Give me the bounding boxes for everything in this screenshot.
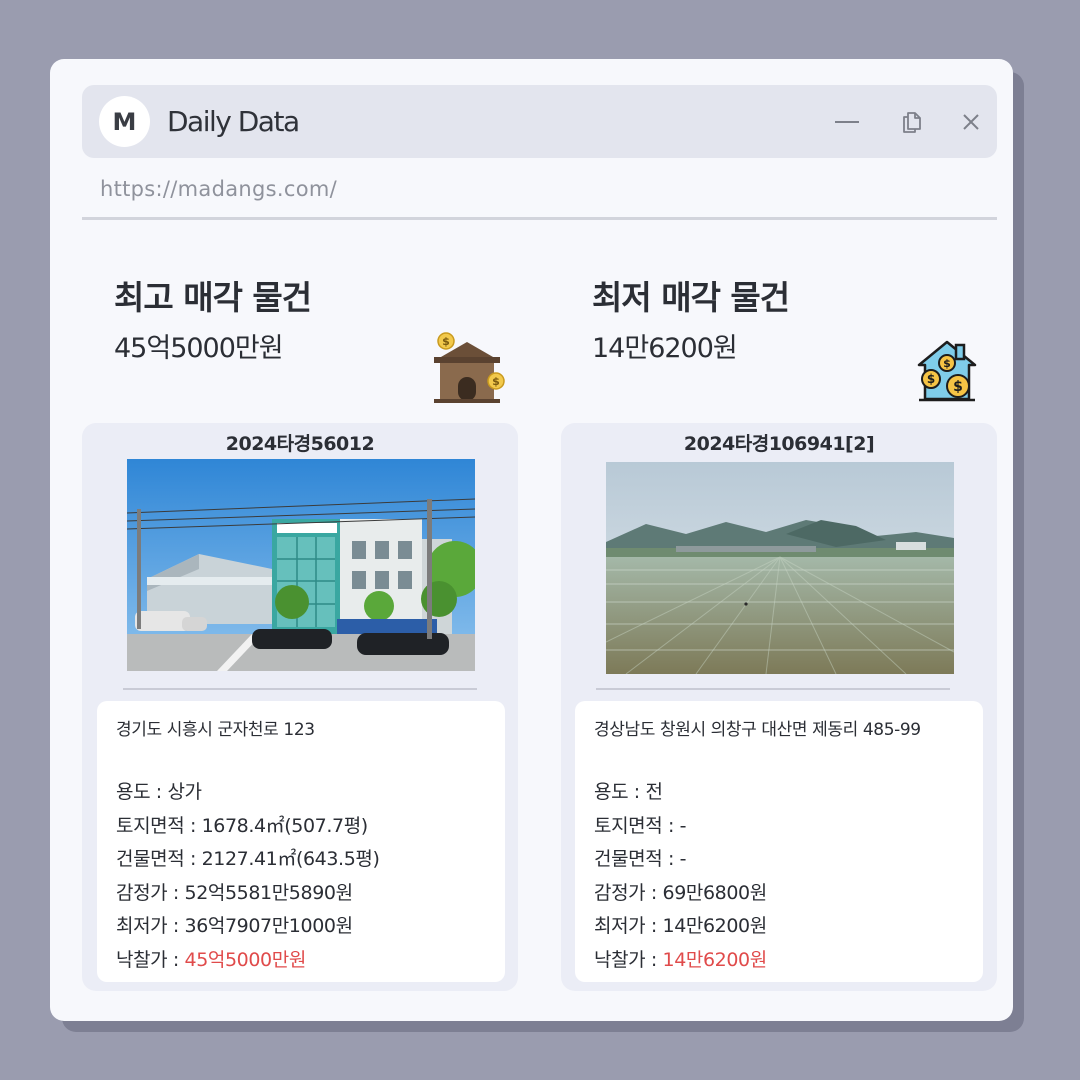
url-text[interactable]: https://madangs.com/ [100, 177, 337, 201]
usage-row: 용도 : 상가 [116, 781, 202, 803]
building-photo [127, 459, 475, 671]
field-photo [606, 462, 954, 674]
header-divider [82, 217, 997, 220]
winning-bid-value: 45억5000만원 [184, 948, 307, 971]
property-address: 경상남도 창원시 의창구 대산면 제동리 485-99 [594, 720, 921, 740]
case-number[interactable]: 2024타경106941[2] [561, 429, 997, 456]
card-divider [596, 688, 950, 690]
restore-icon [903, 112, 921, 133]
svg-text:$: $ [943, 357, 951, 370]
svg-text:$: $ [442, 335, 450, 348]
lowest-info-panel: 경상남도 창원시 의창구 대산면 제동리 485-99 용도 : 전 토지면적 … [575, 701, 983, 982]
winning-bid-label: 낙찰가 : [594, 948, 663, 971]
lowest-amount: 14만6200원 [592, 333, 738, 364]
close-icon [963, 114, 979, 130]
highest-heading: 최고 매각 물건 [114, 278, 312, 317]
minimum-price-row: 최저가 : 14만6200원 [594, 915, 767, 937]
land-area-row: 토지면적 : - [594, 814, 687, 837]
close-button[interactable] [956, 107, 986, 137]
winning-bid-row: 낙찰가 : 14만6200원 [594, 944, 767, 978]
building-area-row: 건물면적 : 2127.41㎡(643.5평) [116, 848, 380, 870]
svg-text:$: $ [492, 375, 500, 388]
highest-info-panel: 경기도 시흥시 군자천로 123 용도 : 상가 토지면적 : 1678.4㎡(… [97, 701, 505, 982]
svg-text:$: $ [953, 379, 963, 395]
house-coins-icon: $ $ [434, 332, 505, 403]
app-title: Daily Data [167, 105, 300, 138]
title-bar: M Daily Data [82, 85, 997, 158]
highest-amount: 45억5000만원 [114, 333, 284, 364]
home-dollar-icon: $ $ $ [917, 340, 977, 402]
case-number[interactable]: 2024타경56012 [82, 429, 518, 456]
appraisal-row: 감정가 : 69만6800원 [594, 881, 767, 904]
appraisal-row: 감정가 : 52억5581만5890원 [116, 881, 353, 904]
property-address: 경기도 시흥시 군자천로 123 [116, 720, 315, 740]
land-area-row: 토지면적 : 1678.4㎡(507.7평) [116, 814, 368, 837]
avatar: M [99, 96, 150, 147]
lowest-heading: 최저 매각 물건 [592, 278, 790, 317]
card-divider [123, 688, 477, 690]
minimize-icon [835, 121, 859, 123]
winning-bid-label: 낙찰가 : [116, 948, 185, 971]
restore-button[interactable] [897, 107, 927, 137]
app-window: M Daily Data https://madangs.com/ 최고 매각 … [50, 59, 1013, 1021]
usage-row: 용도 : 전 [594, 781, 663, 803]
winning-bid-row: 낙찰가 : 45억5000만원 [116, 944, 379, 978]
minimum-price-row: 최저가 : 36억7907만1000원 [116, 915, 353, 937]
winning-bid-value: 14만6200원 [662, 948, 768, 971]
svg-text:$: $ [927, 372, 935, 386]
minimize-button[interactable] [832, 107, 862, 137]
building-area-row: 건물면적 : - [594, 848, 687, 870]
